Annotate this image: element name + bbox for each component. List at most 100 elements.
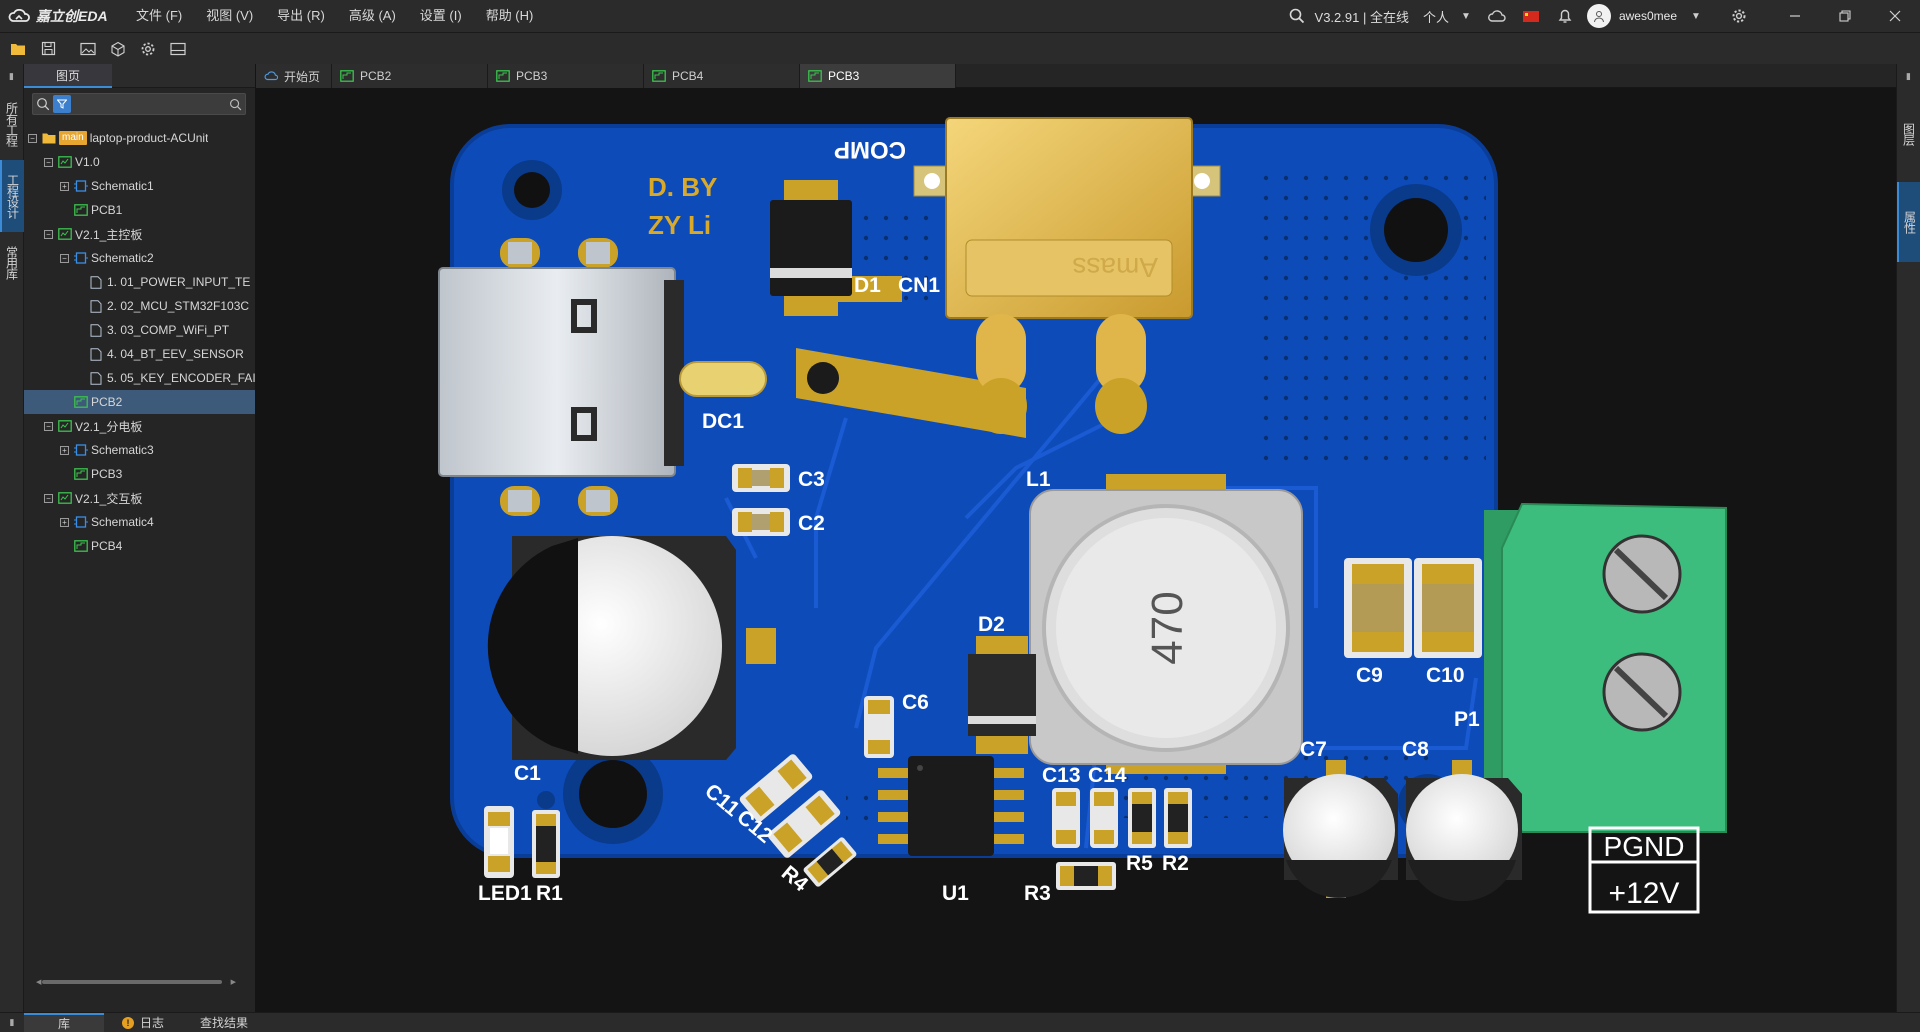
tab-all-projects[interactable]: 所有工程 [0, 88, 24, 160]
tree-item[interactable]: + Schematic3 [24, 438, 255, 462]
pin-icon[interactable]: ▮ [0, 1017, 24, 1028]
tab-pcb2[interactable]: PCB2 [332, 64, 488, 88]
search-box[interactable] [32, 93, 246, 115]
cloud-icon[interactable] [1486, 5, 1508, 27]
capacitor-c8 [1406, 760, 1522, 902]
tab-log[interactable]: ! 日志 [104, 1013, 182, 1032]
open-folder-icon[interactable] [6, 37, 30, 61]
tree-item[interactable]: − V2.1_分电板 [24, 414, 255, 438]
avatar[interactable] [1586, 4, 1611, 28]
folder-icon [42, 132, 56, 144]
tree-item[interactable]: 4. 04_BT_EEV_SENSOR [24, 342, 255, 366]
gear-icon[interactable] [136, 37, 160, 61]
tree-item[interactable]: − Schematic2 [24, 246, 255, 270]
tab-search-results[interactable]: 查找结果 [182, 1013, 266, 1032]
menu-help[interactable]: 帮助 (H) [474, 0, 546, 32]
tab-project-design[interactable]: 工程设计 [0, 160, 24, 232]
connector-brand: Amass [1072, 252, 1158, 283]
tree-item-label: Schematic2 [91, 251, 154, 265]
menu-export[interactable]: 导出 (R) [265, 0, 337, 32]
pin-icon[interactable]: ▮ [0, 64, 23, 88]
search-input[interactable] [75, 97, 229, 111]
capacitor-c13 [1052, 788, 1080, 848]
tree-item-label: V2.1_主控板 [75, 227, 143, 242]
expand-toggle-icon[interactable]: + [60, 445, 69, 455]
tree-item[interactable]: − V2.1_交互板 [24, 486, 255, 510]
capacitor-c9 [1344, 558, 1412, 658]
tree-item[interactable]: PCB1 [24, 198, 255, 222]
tree-item[interactable]: − main laptop-product-ACUnit [24, 126, 255, 150]
board-icon [58, 420, 72, 432]
collapse-toggle-icon[interactable]: − [28, 133, 37, 143]
expand-toggle-icon[interactable]: + [60, 181, 69, 191]
inductor-l1: 470 [1029, 474, 1303, 774]
scroll-right-icon[interactable]: ▶ [231, 978, 236, 986]
ref-c6: C6 [902, 691, 929, 714]
search-row [24, 88, 255, 120]
image-icon[interactable] [76, 37, 100, 61]
chevron-down-icon[interactable]: ▼ [1685, 5, 1707, 27]
scroll-left-icon[interactable]: ◀ [36, 978, 41, 986]
chevron-down-icon[interactable]: ▼ [1455, 5, 1477, 27]
tree-item-label: PCB3 [91, 467, 123, 481]
bell-icon[interactable] [1554, 5, 1576, 27]
username[interactable]: awes0mee [1619, 9, 1677, 23]
search-icon[interactable] [229, 98, 242, 111]
search-icon[interactable] [1286, 5, 1308, 27]
tree-item[interactable]: PCB2 [24, 390, 255, 414]
expand-toggle-icon[interactable]: + [60, 517, 69, 527]
tree-item[interactable]: PCB4 [24, 534, 255, 558]
tree-item[interactable]: 5. 05_KEY_ENCODER_FAI [24, 366, 255, 390]
filter-icon[interactable] [53, 95, 71, 113]
tab-search-results-label: 查找结果 [200, 1015, 249, 1030]
tree-item[interactable]: + Schematic1 [24, 174, 255, 198]
tab-pcb4[interactable]: PCB4 [644, 64, 800, 88]
workspace-selector[interactable]: 个人 [1423, 7, 1449, 26]
tab-pcb3[interactable]: PCB3 [488, 64, 644, 88]
pcb-3d-view[interactable]: D. BY ZY Li COMP Amass 470 PGND +12V D1 … [256, 88, 1896, 1012]
collapse-toggle-icon[interactable]: − [44, 493, 53, 503]
capacitor-c10 [1414, 558, 1482, 658]
collapse-toggle-icon[interactable]: − [44, 421, 53, 431]
collapse-toggle-icon[interactable]: − [44, 157, 53, 167]
tree-item-label: 3. 03_COMP_WiFi_PT [107, 323, 230, 337]
board-icon [58, 492, 72, 504]
ref-r2: R2 [1162, 852, 1189, 875]
panel-layout-icon[interactable] [166, 37, 190, 61]
save-icon[interactable] [36, 37, 60, 61]
tab-properties[interactable]: 属性 [1897, 182, 1920, 262]
restore-button[interactable] [1820, 0, 1870, 32]
language-flag-icon[interactable] [1522, 10, 1539, 22]
menu-settings[interactable]: 设置 (I) [408, 0, 474, 32]
tree-item-label: Schematic3 [91, 443, 154, 457]
menu-file[interactable]: 文件 (F) [124, 0, 194, 32]
tree-item[interactable]: 1. 01_POWER_INPUT_TE [24, 270, 255, 294]
menu-view[interactable]: 视图 (V) [194, 0, 265, 32]
pcb-3d-canvas[interactable]: D. BY ZY Li COMP Amass 470 PGND +12V D1 … [256, 88, 1896, 1012]
tab-common-library[interactable]: 常用库 [0, 232, 24, 292]
tree-item[interactable]: − V1.0 [24, 150, 255, 174]
tab-pcb3[interactable]: PCB3 [800, 64, 956, 88]
minimize-button[interactable] [1770, 0, 1820, 32]
tree-item[interactable]: PCB3 [24, 462, 255, 486]
pin-icon[interactable]: ▮ [1897, 64, 1920, 88]
gear-icon[interactable] [1728, 5, 1750, 27]
tab-layers[interactable]: 图层 [1897, 104, 1920, 164]
tab--start[interactable]: 开始页 [256, 64, 332, 88]
tree-item[interactable]: − V2.1_主控板 [24, 222, 255, 246]
3d-view-icon[interactable] [106, 37, 130, 61]
scroll-thumb[interactable] [42, 980, 222, 984]
tree-item[interactable]: 3. 03_COMP_WiFi_PT [24, 318, 255, 342]
horizontal-scrollbar[interactable]: ◀ ▶ [36, 978, 236, 986]
tree-item[interactable]: 2. 02_MCU_STM32F103C [24, 294, 255, 318]
tab-pages[interactable]: 图页 [24, 64, 112, 88]
schematic-icon [74, 516, 88, 528]
collapse-toggle-icon[interactable]: − [60, 253, 69, 263]
pcb-icon [74, 540, 88, 552]
close-button[interactable] [1870, 0, 1920, 32]
diode-d1 [770, 180, 852, 316]
collapse-toggle-icon[interactable]: − [44, 229, 53, 239]
tab-library[interactable]: 库 [24, 1012, 104, 1032]
menu-advanced[interactable]: 高级 (A) [337, 0, 408, 32]
tree-item[interactable]: + Schematic4 [24, 510, 255, 534]
